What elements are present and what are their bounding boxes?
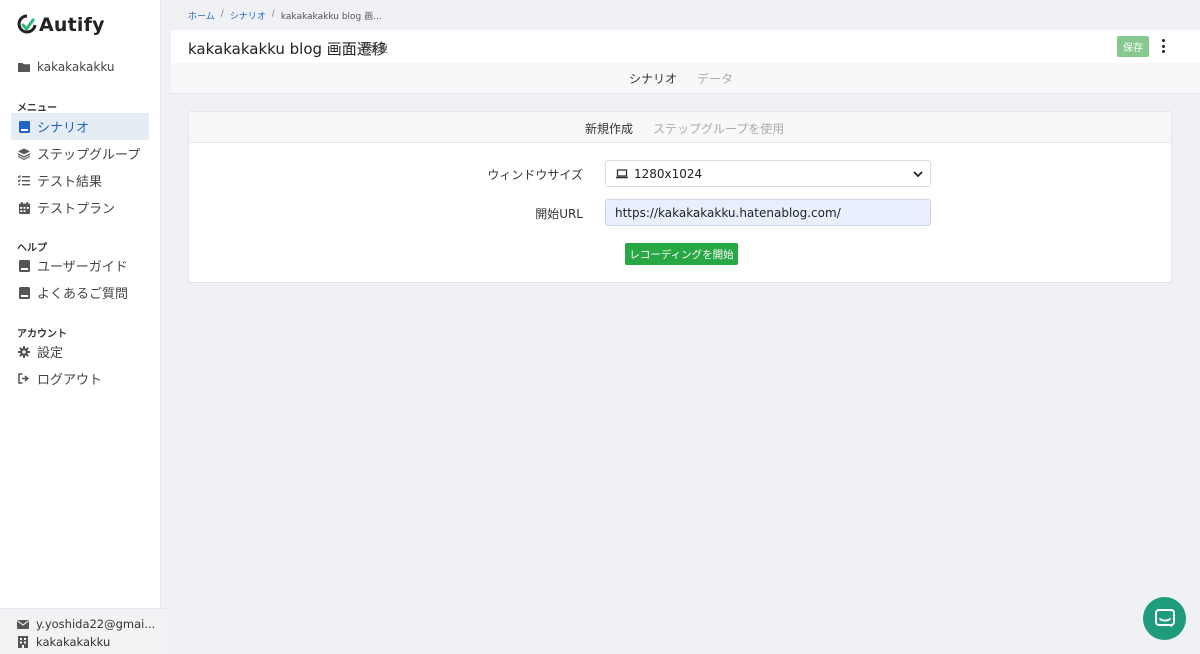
- book-icon: [18, 120, 30, 133]
- start-url-input[interactable]: [605, 199, 931, 226]
- sidebar-item-scenario[interactable]: シナリオ: [11, 113, 149, 140]
- sidebar-item-settings[interactable]: 設定: [11, 338, 149, 365]
- user-email-row[interactable]: y.yoshida22@gmai...: [17, 615, 170, 633]
- sidebar-item-label: 設定: [37, 346, 64, 361]
- sidebar-item-label: よくあるご質問: [37, 287, 129, 302]
- sidebar-item-label: シナリオ: [37, 121, 90, 136]
- chat-launcher-button[interactable]: [1143, 597, 1186, 640]
- chat-icon: [1154, 609, 1175, 628]
- breadcrumb-home[interactable]: ホーム: [188, 9, 215, 22]
- start-url-label: 開始URL: [535, 207, 583, 221]
- new-scenario-card: 新規作成 ステップグループを使用 ウィンドウサイズ 1280x1024 開始UR…: [188, 111, 1172, 283]
- sidebar-footer: y.yoshida22@gmai... kakakakakku: [0, 608, 170, 654]
- project-selector[interactable]: kakakakakku: [18, 60, 115, 74]
- sidebar-item-faq[interactable]: よくあるご質問: [11, 279, 149, 306]
- breadcrumb-scenario[interactable]: シナリオ: [230, 9, 266, 22]
- sidebar-item-label: テスト結果: [37, 175, 103, 190]
- calendar-icon: [18, 201, 30, 214]
- sidebar-item-user-guide[interactable]: ユーザーガイド: [11, 252, 149, 279]
- organization-name: kakakakakku: [36, 635, 111, 649]
- start-recording-button[interactable]: レコーディングを開始: [625, 243, 738, 265]
- breadcrumb: ホーム / シナリオ / kakakakakku blog 画...: [188, 9, 382, 22]
- building-icon: [17, 636, 29, 648]
- layers-icon: [18, 147, 30, 160]
- tab-new[interactable]: 新規作成: [585, 120, 633, 137]
- breadcrumb-separator: /: [220, 9, 224, 19]
- organization-row[interactable]: kakakakakku: [17, 633, 170, 651]
- project-name: kakakakakku: [37, 60, 115, 74]
- window-size-select[interactable]: 1280x1024: [605, 160, 931, 187]
- sidebar-item-logout[interactable]: ログアウト: [11, 365, 149, 392]
- chevron-down-icon: [913, 171, 923, 178]
- book-icon: [18, 286, 30, 299]
- breadcrumb-separator: /: [271, 9, 275, 19]
- app-name: Autify: [39, 14, 105, 36]
- checklist-icon: [18, 175, 30, 187]
- page-header: kakakakakku blog 画面遷移 変更 保存: [171, 30, 1200, 63]
- folder-icon: [18, 61, 30, 73]
- scenario-tabs: シナリオ データ: [171, 63, 1200, 94]
- tab-data[interactable]: データ: [697, 70, 733, 87]
- autify-logo[interactable]: Autify: [17, 14, 105, 36]
- window-size-label: ウィンドウサイズ: [487, 168, 583, 182]
- sidebar-item-label: ステップグループ: [37, 148, 141, 163]
- more-options-icon[interactable]: [1159, 38, 1167, 54]
- envelope-icon: [17, 618, 29, 630]
- logout-icon: [18, 373, 30, 385]
- tab-scenario[interactable]: シナリオ: [629, 70, 677, 87]
- sidebar-item-test-plan[interactable]: テストプラン: [11, 194, 149, 221]
- laptop-icon: [616, 168, 628, 180]
- sidebar-item-step-group[interactable]: ステップグループ: [11, 140, 149, 167]
- gear-icon: [18, 345, 30, 358]
- page-title: kakakakakku blog 画面遷移: [188, 40, 387, 58]
- tab-use-step-group[interactable]: ステップグループを使用: [653, 120, 784, 137]
- sidebar-item-label: テストプラン: [37, 202, 116, 217]
- change-title-link[interactable]: 変更: [370, 42, 388, 55]
- breadcrumb-current: kakakakakku blog 画...: [280, 12, 382, 22]
- autify-logo-icon: [17, 14, 37, 34]
- sidebar-item-label: ログアウト: [37, 373, 103, 388]
- sidebar-item-test-results[interactable]: テスト結果: [11, 167, 149, 194]
- card-tabs: 新規作成 ステップグループを使用: [189, 112, 1171, 143]
- menu-section-label: メニュー: [17, 103, 57, 114]
- sidebar-item-label: ユーザーガイド: [37, 260, 128, 275]
- window-size-value: 1280x1024: [634, 166, 703, 181]
- book-icon: [18, 259, 30, 272]
- user-email: y.yoshida22@gmai...: [36, 617, 156, 631]
- sidebar: Autify kakakakakku メニュー シナリオ ステップグループ テス…: [0, 0, 161, 654]
- save-button[interactable]: 保存: [1117, 36, 1149, 57]
